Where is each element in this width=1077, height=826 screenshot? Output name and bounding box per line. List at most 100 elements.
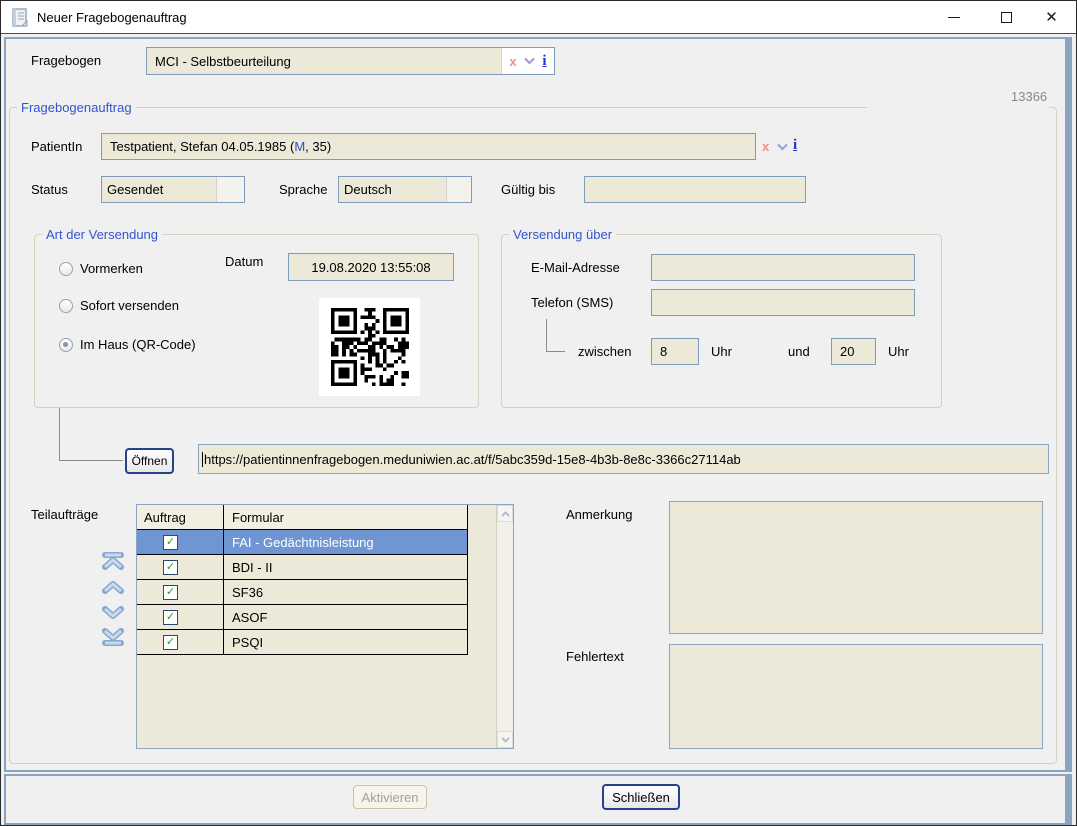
bis-uhr-field[interactable]: 20 [831, 338, 876, 365]
info-icon[interactable]: i [542, 53, 546, 70]
fehlertext-textarea[interactable] [669, 644, 1043, 749]
patient-field[interactable]: Testpatient, Stefan 04.05.1985 (M, 35) [101, 133, 756, 160]
maximize-icon [1001, 12, 1012, 23]
email-label: E-Mail-Adresse [531, 260, 620, 275]
radio-sofort-versenden[interactable] [59, 299, 73, 313]
radio-im-haus-qr[interactable] [59, 338, 73, 352]
checkbox[interactable]: ✓ [163, 560, 178, 575]
close-button[interactable]: ✕ [1029, 1, 1074, 34]
group-border-gap [867, 105, 1049, 109]
radio-sofort-versenden-label[interactable]: Sofort versenden [80, 298, 179, 313]
move-to-top-icon[interactable] [101, 552, 125, 570]
anmerkung-label: Anmerkung [566, 507, 632, 522]
fragebogen-value[interactable]: MCI - Selbstbeurteilung [147, 48, 501, 74]
formular-cell[interactable]: BDI - II [224, 555, 467, 579]
status-dropdown-area[interactable] [216, 177, 244, 202]
clear-icon[interactable]: x [509, 54, 516, 69]
check-icon: ✓ [166, 537, 175, 548]
radio-vormerken[interactable] [59, 262, 73, 276]
checkbox[interactable]: ✓ [163, 635, 178, 650]
sprache-label: Sprache [279, 182, 327, 197]
patient-clear-icon[interactable]: x [762, 139, 769, 154]
teilauftraege-label: Teilaufträge [31, 507, 98, 522]
maximize-button[interactable] [984, 1, 1029, 34]
radio-vormerken-label[interactable]: Vormerken [80, 261, 143, 276]
formular-cell[interactable]: PSQI [224, 630, 467, 654]
gueltig-bis-label: Gültig bis [501, 182, 555, 197]
move-to-bottom-icon[interactable] [101, 628, 125, 646]
footer-panel [4, 774, 1072, 825]
fragebogen-label: Fragebogen [31, 53, 101, 68]
teilauftraege-table: Auftrag Formular ✓ FAI - Gedächtnisleist… [136, 504, 514, 749]
table-row[interactable]: ✓ FAI - Gedächtnisleistung [137, 530, 467, 555]
titlebar: Neuer Fragebogenauftrag ✕ [1, 1, 1076, 34]
sprache-value: Deutsch [339, 177, 446, 202]
table-header-row: Auftrag Formular [137, 505, 467, 530]
zeitfenster-connector-vertical [546, 319, 547, 352]
schliessen-button[interactable]: Schließen [602, 784, 680, 810]
status-value: Gesendet [102, 177, 216, 202]
email-field[interactable] [651, 254, 915, 281]
sprache-combobox[interactable]: Deutsch [338, 176, 472, 203]
patient-age-suffix: , 35) [305, 139, 331, 154]
telefon-label: Telefon (SMS) [531, 295, 613, 310]
table-row[interactable]: ✓ SF36 [137, 580, 467, 605]
link-connector-vertical [59, 408, 60, 461]
datum-label: Datum [225, 254, 263, 269]
patient-info-icon[interactable]: i [793, 137, 797, 154]
text-caret [202, 452, 203, 467]
aktivieren-button[interactable]: Aktivieren [353, 785, 427, 809]
gueltig-bis-field[interactable] [584, 176, 806, 203]
link-connector-horizontal [59, 460, 123, 461]
notepad-icon [12, 8, 29, 28]
url-field[interactable]: https://patientinnenfragebogen.meduniwie… [198, 444, 1049, 474]
fragebogen-combobox[interactable]: MCI - Selbstbeurteilung x i [146, 47, 555, 75]
datum-field[interactable]: 19.08.2020 13:55:08 [288, 253, 454, 281]
status-combobox[interactable]: Gesendet [101, 176, 245, 203]
patient-chevron-down-icon[interactable] [777, 143, 788, 151]
telefon-field[interactable] [651, 289, 915, 316]
qr-code [319, 298, 420, 396]
checkbox[interactable]: ✓ [163, 610, 178, 625]
checkbox[interactable]: ✓ [163, 585, 178, 600]
table-row[interactable]: ✓ BDI - II [137, 555, 467, 580]
oeffnen-button[interactable]: Öffnen [125, 448, 174, 474]
check-icon: ✓ [166, 562, 175, 573]
zwischen-label: zwischen [578, 344, 631, 359]
formular-cell[interactable]: SF36 [224, 580, 467, 604]
url-text: https://patientinnenfragebogen.meduniwie… [204, 452, 741, 467]
patient-label: PatientIn [31, 139, 82, 154]
checkbox[interactable]: ✓ [163, 535, 178, 550]
formular-cell[interactable]: ASOF [224, 605, 467, 629]
table-scrollbar[interactable] [496, 505, 513, 748]
formular-cell[interactable]: FAI - Gedächtnisleistung [224, 530, 467, 554]
und-label: und [788, 344, 810, 359]
sprache-dropdown-area[interactable] [446, 177, 471, 202]
column-header-auftrag: Auftrag [137, 505, 224, 529]
fehlertext-label: Fehlertext [566, 649, 624, 664]
minimize-button[interactable] [931, 1, 976, 34]
close-icon: ✕ [1045, 10, 1058, 25]
table-row[interactable]: ✓ ASOF [137, 605, 467, 630]
zeitfenster-connector-horizontal [546, 351, 565, 352]
minimize-icon [948, 17, 960, 19]
anmerkung-textarea[interactable] [669, 501, 1043, 634]
uhr-label-2: Uhr [888, 344, 909, 359]
window-title: Neuer Fragebogenauftrag [37, 10, 187, 25]
check-icon: ✓ [166, 612, 175, 623]
chevron-down-icon[interactable] [524, 52, 535, 70]
status-label: Status [31, 182, 68, 197]
radio-im-haus-qr-label[interactable]: Im Haus (QR-Code) [80, 337, 196, 352]
move-down-icon[interactable] [101, 603, 125, 621]
scroll-up-button[interactable] [497, 505, 513, 522]
patient-gender: M [294, 139, 305, 154]
scroll-down-button[interactable] [497, 731, 513, 748]
check-icon: ✓ [166, 637, 175, 648]
column-header-formular: Formular [224, 505, 467, 529]
von-uhr-field[interactable]: 8 [651, 338, 699, 365]
move-up-icon[interactable] [101, 578, 125, 596]
uhr-label-1: Uhr [711, 344, 732, 359]
table-row[interactable]: ✓ PSQI [137, 630, 467, 655]
fragebogenauftrag-group-title: Fragebogenauftrag [17, 100, 136, 115]
patient-name: Testpatient, Stefan 04.05.1985 ( [110, 139, 294, 154]
